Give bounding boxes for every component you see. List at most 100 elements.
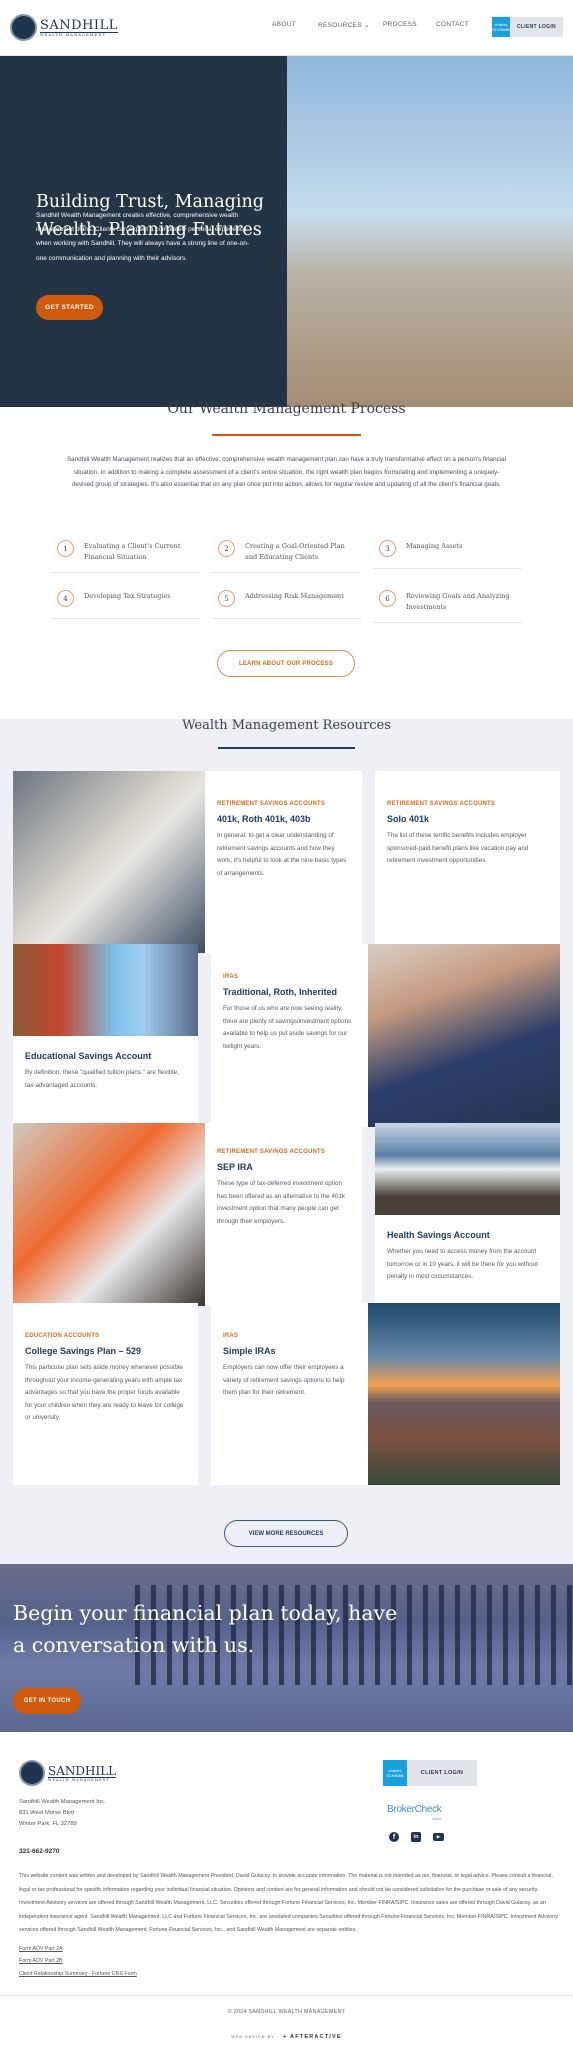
resource-card-iras[interactable]: IRAS Traditional, Roth, Inherited For th… [211,944,368,1127]
card-body: Employers can now offer their employees … [223,1364,345,1397]
get-started-button[interactable]: GET STARTED [36,295,103,320]
step-label: Addressing Risk Management [245,592,344,600]
learn-process-button[interactable]: LEARN ABOUT OUR PROCESS [217,650,355,677]
card-category: IRAS [223,1333,239,1339]
afteractive-logo: + AFTERACTIVE [283,2034,342,2040]
facebook-icon[interactable]: f [389,1832,399,1842]
step-number: 4 [57,590,74,607]
client-login-label: CLIENT LOGIN [420,1770,464,1776]
card-title[interactable]: Health Savings Account [387,1230,548,1240]
card-body: The list of these terrific benefits incl… [387,832,529,865]
youtube-icon[interactable]: ▶ [433,1833,444,1841]
resource-card-solo-401k[interactable]: RETIREMENT SAVINGS ACCOUNTS Solo 401k Th… [375,771,560,953]
step-label: Managing Assets [406,542,463,550]
view-more-resources-button[interactable]: VIEW MORE RESOURCES [224,1520,348,1547]
resource-card-529[interactable]: EDUCATION ACCOUNTS College Savings Plan … [13,1303,198,1485]
resources-underline [218,747,355,749]
card-body: These type of tax-deferred investment op… [217,1180,346,1225]
header: SANDHILL WEALTH MANAGEMENT ABOUT RESOURC… [0,0,573,56]
form-adv-2a-link[interactable]: Form ADV Part 2A [19,1946,63,1952]
process-step-2: 2 Creating a Goal-Oriented Plan and Educa… [212,532,361,573]
web-design-credit[interactable]: WEB DESIGN BY + AFTERACTIVE [0,2025,573,2043]
web-design-prefix: WEB DESIGN BY [231,2035,275,2039]
step-label: Reviewing Goals and Analyzing Investment… [406,592,510,611]
older-man-image [368,944,560,1127]
client-login-button[interactable]: charles SCHWAB CLIENT LOGIN [492,17,563,37]
nav-contact[interactable]: CONTACT [436,21,469,28]
nav-resources[interactable]: RESOURCES ⌄ [318,21,370,29]
card-title[interactable]: Educational Savings Account [25,1051,186,1061]
card-title[interactable]: Traditional, Roth, Inherited [223,987,356,997]
card-body: In general, to get a clear understanding… [217,832,347,877]
nav-process[interactable]: PROCESS [383,21,417,28]
hero: Building Trust, Managing Wealth, Plannin… [0,56,573,407]
step-label: Evaluating a Client's Current Financial … [84,542,181,561]
process-underline [212,434,361,436]
card-title[interactable]: SEP IRA [217,1162,350,1172]
card-title[interactable]: Simple IRAs [223,1346,356,1356]
process-step-5: 5 Addressing Risk Management [212,582,361,619]
heron-logo-icon [10,14,37,41]
couple-coast-image [375,1123,560,1215]
footer-disclaimer: This website content was written and dev… [19,1873,558,1933]
city-sunset-image [368,1303,560,1485]
crs-form-link[interactable]: Client Relationship Summary - Fortune CR… [19,1971,137,1977]
process-title: Our Wealth Management Process [167,401,406,417]
step-label: Creating a Goal-Oriented Plan and Educat… [245,542,345,561]
student-library-image [13,944,198,1036]
step-number: 1 [57,540,74,557]
process-step-4: 4 Developing Tax Strategies [51,582,200,619]
logo[interactable]: SANDHILL WEALTH MANAGEMENT [10,14,118,41]
card-title[interactable]: College Savings Plan – 529 [25,1346,186,1356]
card-category: EDUCATION ACCOUNTS [25,1333,100,1339]
cta-title-line1: Begin your financial plan today, have [13,1601,398,1625]
address-line2: Winter Park, FL 32789 [19,1821,77,1827]
card-body: For those of us who are now seeing reali… [223,1005,352,1050]
resources-title: Wealth Management Resources [182,718,391,733]
woman-laptop-image [13,1123,205,1306]
get-in-touch-button[interactable]: GET IN TOUCH [13,1688,81,1714]
card-category: RETIREMENT SAVINGS ACCOUNTS [387,801,496,807]
step-number: 6 [379,590,396,607]
card-body: Whether you need to access money from th… [387,1248,538,1281]
brokercheck-link[interactable]: BrokerCheck FINRA [387,1799,442,1821]
resource-card-sep-ira[interactable]: RETIREMENT SAVINGS ACCOUNTS SEP IRA Thes… [205,1123,362,1306]
step-number: 2 [218,540,235,557]
card-title[interactable]: 401k, Roth 401k, 403b [217,814,350,824]
brokercheck-logo: BrokerCheck [387,1804,442,1815]
logo-sub: WEALTH MANAGEMENT [40,31,118,37]
footer-client-login-button[interactable]: charles SCHWAB CLIENT LOGIN [383,1760,477,1786]
resource-card-401k[interactable]: RETIREMENT SAVINGS ACCOUNTS 401k, Roth 4… [205,771,362,953]
resource-card-simple-iras[interactable]: IRAS Simple IRAs Employers can now offer… [211,1303,368,1485]
process-step-1: 1 Evaluating a Client's Current Financial… [51,532,200,573]
schwab-badge: charles SCHWAB [492,17,510,37]
footer-phone[interactable]: 321-662-9270 [19,1848,59,1855]
form-adv-2b-link[interactable]: Form ADV Part 2B [19,1958,63,1964]
logo-name: SANDHILL [40,17,118,33]
schwab-badge: charles SCHWAB [383,1760,407,1786]
card-category: IRAS [223,974,239,980]
step-label: Developing Tax Strategies [84,592,171,600]
copyright: © 2024 SANDHILL WEALTH MANAGEMENT [227,2009,346,2015]
social-links: f in ▶ [389,1832,444,1842]
linkedin-icon[interactable]: in [411,1832,421,1842]
hero-body: Sandhill Wealth Management creates effec… [36,212,250,262]
step-number: 3 [379,540,396,557]
logo-name: SANDHILL [48,1763,117,1778]
card-category: RETIREMENT SAVINGS ACCOUNTS [217,801,326,807]
card-category: RETIREMENT SAVINGS ACCOUNTS [217,1149,326,1155]
woman-stairs-image [13,771,205,953]
address-line1: 831 West Morse Blvd [19,1810,74,1816]
card-body: This particular plan sets aside money wh… [25,1364,184,1422]
footer-logo[interactable]: SANDHILL WEALTH MANAGEMENT [19,1760,117,1786]
footer-divider [0,1995,573,1996]
card-title[interactable]: Solo 401k [387,814,548,824]
step-number: 5 [218,590,235,607]
process-step-3: 3 Managing Assets [373,532,522,569]
nav-about[interactable]: ABOUT [272,21,296,28]
hero-family-beach-image [287,56,573,407]
card-body: By definition, these "qualified tuition … [25,1069,179,1089]
client-login-label: CLIENT LOGIN [517,24,556,30]
logo-sub: WEALTH MANAGEMENT [48,1776,117,1782]
footer-address: Sandhill Wealth Management Inc. 831 West… [19,1797,106,1830]
